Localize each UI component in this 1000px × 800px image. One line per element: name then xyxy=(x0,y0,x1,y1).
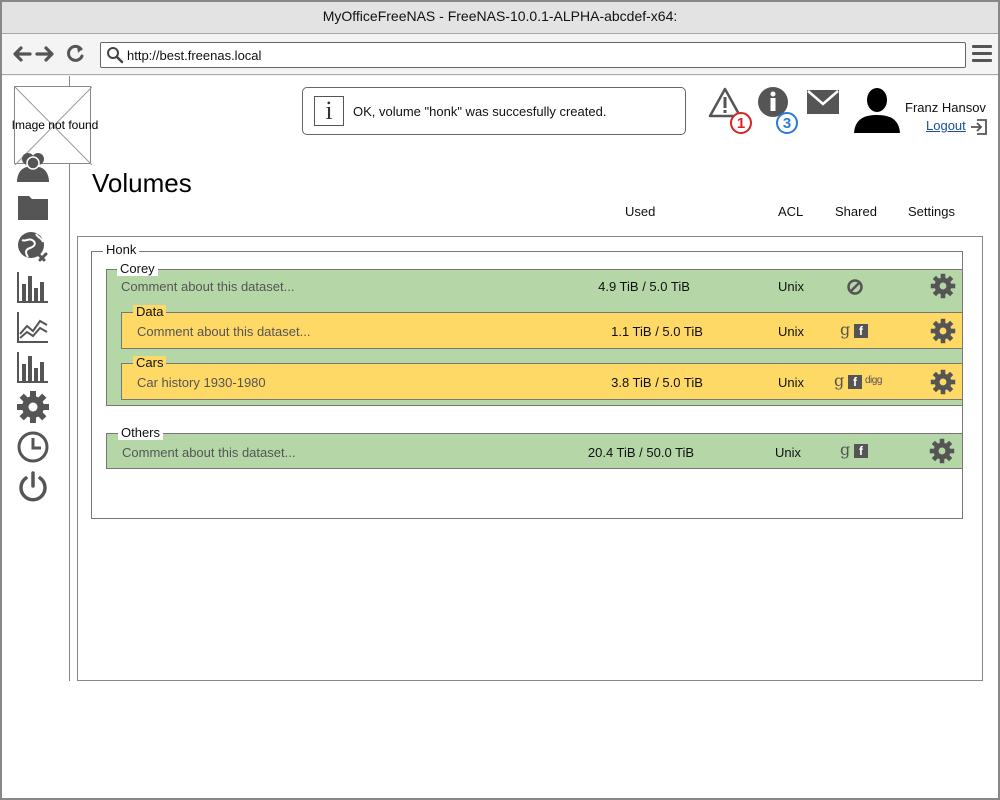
dataset-acl: Unix xyxy=(777,324,804,339)
address-bar[interactable] xyxy=(100,42,966,68)
dataset-comment: Comment about this dataset... xyxy=(121,279,295,294)
facebook-icon: f xyxy=(848,375,862,389)
settings-gear-icon[interactable] xyxy=(930,318,956,344)
column-header-acl: ACL xyxy=(778,204,804,219)
not-shared-icon xyxy=(846,278,864,296)
page-title: Volumes xyxy=(92,168,192,198)
dataset-name: Cars xyxy=(133,356,167,370)
folder-icon[interactable] xyxy=(16,190,50,224)
search-icon xyxy=(107,47,124,64)
info-icon: i xyxy=(314,96,344,126)
column-header-used: Used xyxy=(625,204,656,219)
dataset-row[interactable]: Comment about this dataset... 20.4 TiB /… xyxy=(106,433,963,469)
column-header-shared: Shared xyxy=(835,204,877,219)
dataset-row[interactable]: Car history 1930-1980 3.8 TiB / 5.0 TiB … xyxy=(121,363,963,400)
settings-gear-icon[interactable] xyxy=(929,438,955,464)
dataset-name: Data xyxy=(133,305,167,319)
google-icon: g xyxy=(840,320,851,339)
line-chart-icon[interactable] xyxy=(16,310,50,344)
forward-arrow-icon[interactable] xyxy=(35,43,57,65)
notification-banner: i OK, volume "honk" was succesfully crea… xyxy=(302,87,686,135)
browser-toolbar xyxy=(2,35,998,75)
google-icon: g xyxy=(840,440,851,459)
sidebar: Image not found xyxy=(2,76,98,681)
logout-icon[interactable] xyxy=(970,118,988,136)
dataset-used: 20.4 TiB / 50.0 TiB xyxy=(587,445,695,460)
window-title: MyOfficeFreeNAS - FreeNAS-10.0.1-ALPHA-a… xyxy=(2,2,998,34)
back-arrow-icon[interactable] xyxy=(10,43,32,65)
menu-icon[interactable] xyxy=(972,45,992,63)
bar-chart-icon[interactable] xyxy=(16,270,50,304)
dataset-comment: Comment about this dataset... xyxy=(137,324,311,339)
facebook-icon: f xyxy=(854,324,868,338)
avatar-icon[interactable] xyxy=(853,85,901,133)
facebook-icon: f xyxy=(854,444,868,458)
dataset-used: 4.9 TiB / 5.0 TiB xyxy=(598,279,690,294)
shared-services: g f xyxy=(840,320,880,341)
reload-icon[interactable] xyxy=(64,43,86,65)
notification-message: OK, volume "honk" was succesfully create… xyxy=(353,104,607,119)
column-header-settings: Settings xyxy=(908,204,955,219)
browser-window: MyOfficeFreeNAS - FreeNAS-10.0.1-ALPHA-a… xyxy=(0,0,1000,800)
users-icon[interactable] xyxy=(16,150,50,184)
page-content: Image not found i OK, volume "honk" was … xyxy=(2,76,998,798)
dataset-used: 3.8 TiB / 5.0 TiB xyxy=(611,375,703,390)
warning-count-badge: 1 xyxy=(730,112,752,134)
shared-services: g f digg xyxy=(834,371,894,392)
dataset-comment: Car history 1930-1980 xyxy=(137,375,266,390)
dataset-name: Others xyxy=(118,426,164,440)
dataset-comment: Comment about this dataset... xyxy=(122,445,296,460)
bar-chart-icon[interactable] xyxy=(16,350,50,384)
dataset-row[interactable]: Comment about this dataset... 1.1 TiB / … xyxy=(121,312,963,349)
user-name: Franz Hansov xyxy=(905,100,986,115)
clock-icon[interactable] xyxy=(16,430,50,464)
google-icon: g xyxy=(834,371,845,390)
dataset-acl: Unix xyxy=(777,375,804,390)
url-input[interactable] xyxy=(127,45,947,65)
logout-link[interactable]: Logout xyxy=(926,118,966,133)
mail-icon[interactable] xyxy=(807,90,839,114)
dataset-acl: Unix xyxy=(774,445,801,460)
network-icon[interactable] xyxy=(16,230,50,264)
digg-icon: digg xyxy=(865,375,882,386)
logo-image-alt: Image not found xyxy=(11,118,99,132)
dataset-used: 1.1 TiB / 5.0 TiB xyxy=(611,324,703,339)
settings-gear-icon[interactable] xyxy=(930,273,956,299)
gear-icon[interactable] xyxy=(16,390,50,424)
info-count-badge: 3 xyxy=(776,112,798,134)
dataset-acl: Unix xyxy=(777,279,804,294)
power-icon[interactable] xyxy=(16,470,50,504)
dataset-name: Corey xyxy=(117,262,158,276)
shared-services: g f xyxy=(840,440,880,461)
settings-gear-icon[interactable] xyxy=(930,369,956,395)
volume-name: Honk xyxy=(103,243,140,257)
